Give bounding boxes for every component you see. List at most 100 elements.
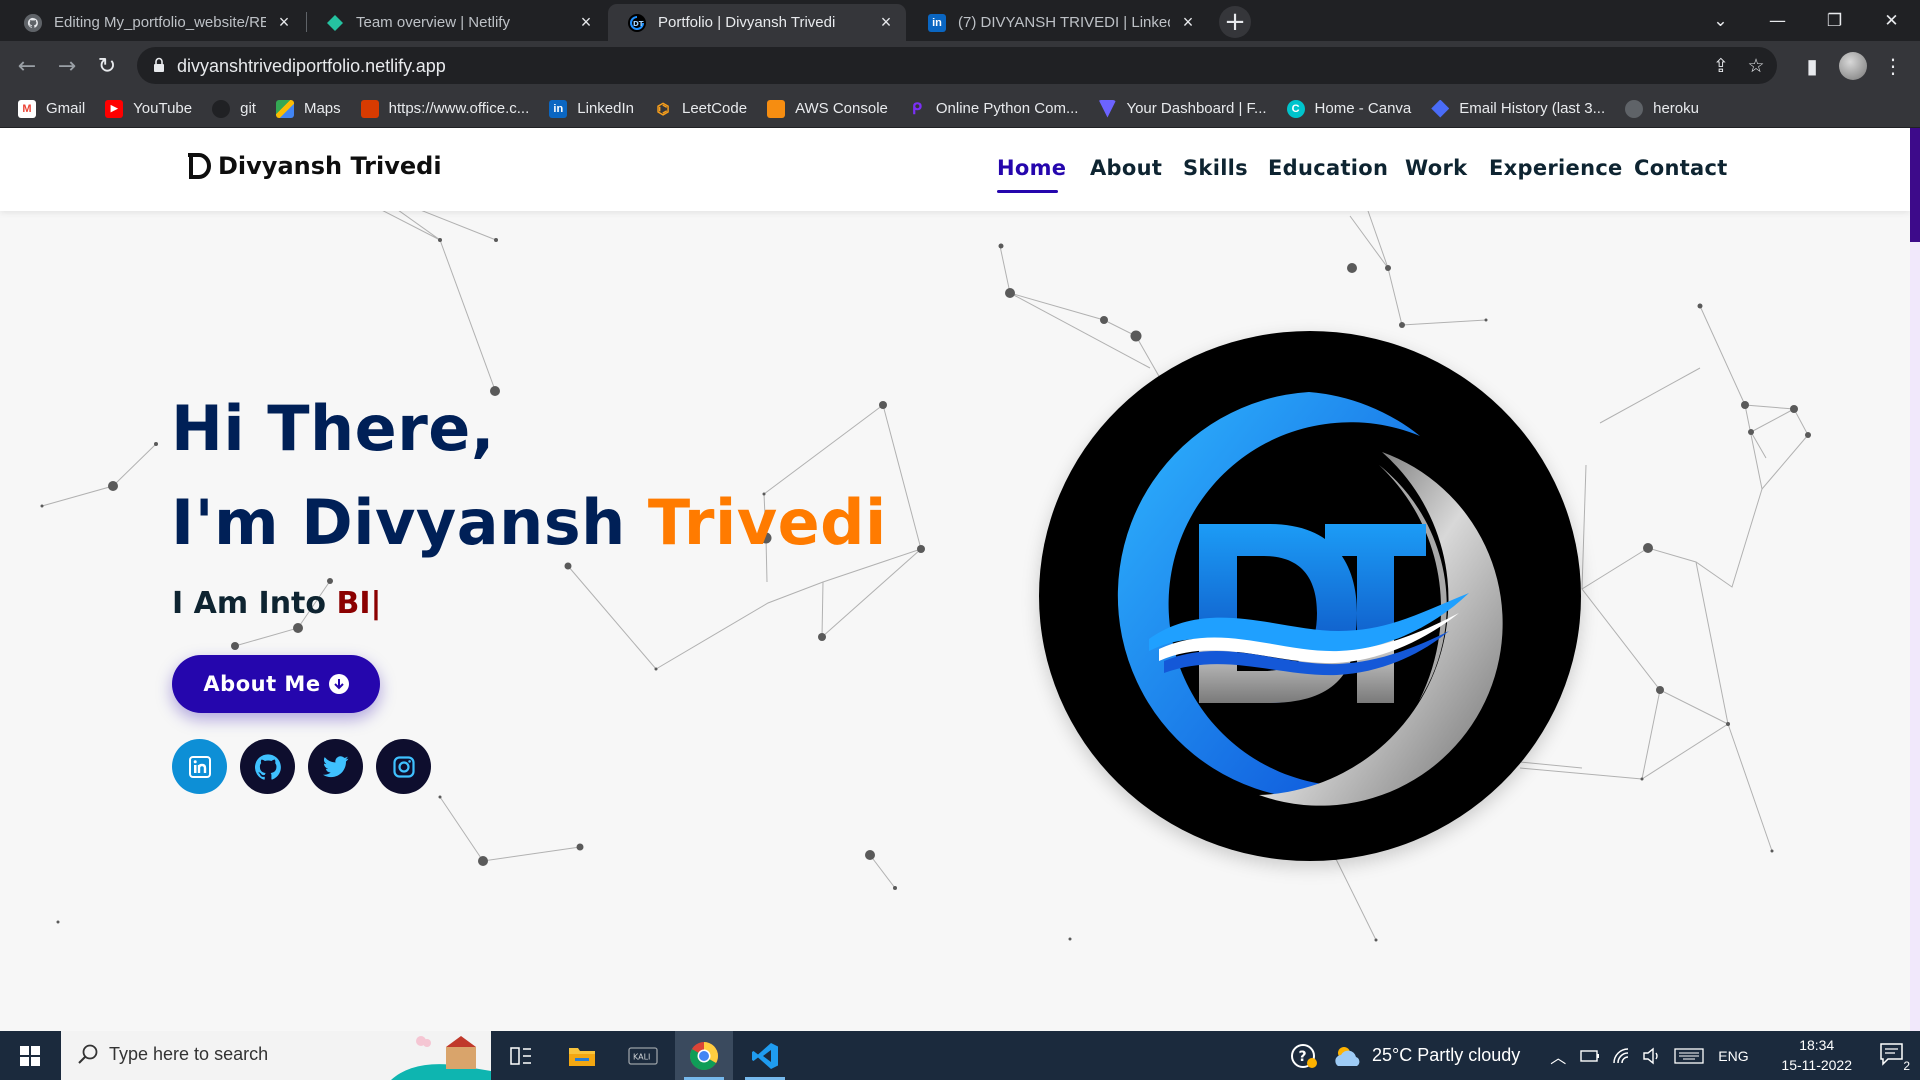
bookmark-leetcode[interactable]: ⌬ LeetCode [654, 100, 747, 118]
bookmark-label: LeetCode [682, 100, 748, 117]
github-button[interactable] [240, 739, 295, 794]
tab-title: Editing My_portfolio_website/RE [54, 14, 266, 31]
bookmark-office[interactable]: https://www.office.c... [360, 99, 529, 118]
chrome-app-button[interactable] [675, 1031, 733, 1080]
maps-icon [275, 99, 294, 118]
twitter-button[interactable] [308, 739, 363, 794]
typing-prefix: I Am Into [172, 586, 337, 621]
page-scrollbar[interactable] [1910, 128, 1920, 1031]
typing-text: I Am Into BI| [172, 586, 381, 621]
email-history-icon [1431, 99, 1450, 118]
bookmark-label: Maps [303, 100, 341, 117]
kali-icon: KALI [628, 1046, 658, 1065]
search-highlight-illustration [391, 1036, 491, 1080]
bookmark-canva[interactable]: C Home - Canva [1286, 99, 1411, 118]
bookmark-maps[interactable]: Maps [275, 99, 341, 118]
nav-about[interactable]: About [1090, 156, 1162, 180]
close-window-icon[interactable]: ✕ [1863, 0, 1920, 41]
vscode-app-button[interactable] [736, 1031, 794, 1080]
share-icon[interactable]: ⇪ [1711, 56, 1731, 76]
bookmark-git[interactable]: git [212, 99, 256, 118]
tab-editing-readme[interactable]: Editing My_portfolio_website/RE × [4, 4, 304, 41]
back-arrow-icon[interactable]: ← [12, 51, 42, 81]
bookmark-online-python[interactable]: ᑭ Online Python Com... [908, 100, 1079, 118]
close-tab-icon[interactable]: × [576, 12, 596, 33]
notification-center-button[interactable]: 2 [1880, 1043, 1910, 1073]
minimize-icon[interactable]: — [1749, 0, 1806, 41]
lock-icon[interactable] [153, 57, 165, 73]
taskbar-clock[interactable]: 18:34 15-11-2022 [1781, 1035, 1852, 1075]
close-tab-icon[interactable]: × [274, 12, 294, 33]
vscode-icon [752, 1042, 778, 1069]
language-indicator[interactable]: ENG [1718, 1048, 1748, 1064]
nav-education[interactable]: Education [1268, 156, 1388, 180]
site-header: Divyansh Trivedi Home About Skills Educa… [0, 128, 1910, 211]
tab-title: (7) DIVYANSH TRIVEDI | LinkedIn [958, 14, 1170, 31]
tab-portfolio[interactable]: DT Portfolio | Divyansh Trivedi × [608, 4, 906, 41]
tab-netlify[interactable]: Team overview | Netlify × [306, 4, 606, 41]
kali-app-button[interactable]: KALI [614, 1031, 672, 1080]
windows-start-button[interactable] [0, 1031, 60, 1080]
tab-linkedin[interactable]: in (7) DIVYANSH TRIVEDI | LinkedIn × [908, 4, 1208, 41]
battery-icon[interactable] [1580, 1048, 1600, 1064]
system-tray: ? 25°C Partly cloudy ︿ ENG [1290, 1031, 1749, 1080]
logo-text: Divyansh Trivedi [218, 152, 442, 180]
nav-experience[interactable]: Experience [1489, 156, 1623, 180]
bookmark-aws-console[interactable]: AWS Console [767, 99, 888, 118]
nav-skills[interactable]: Skills [1183, 156, 1248, 180]
bookmark-heroku[interactable]: heroku [1625, 99, 1699, 118]
aws-cube-icon [767, 99, 786, 118]
bookmark-star-icon[interactable]: ☆ [1746, 56, 1766, 76]
close-tab-icon[interactable]: × [876, 12, 896, 33]
bookmark-youtube[interactable]: ▶ YouTube [105, 99, 193, 118]
menu-kebab-icon[interactable]: ⋮ [1878, 51, 1908, 81]
instagram-button[interactable] [376, 739, 431, 794]
close-tab-icon[interactable]: × [1178, 12, 1198, 33]
nav-active-underline [997, 190, 1058, 193]
about-me-button[interactable]: About Me [172, 655, 380, 713]
profile-avatar[interactable] [1839, 52, 1867, 80]
restore-icon[interactable]: ❐ [1806, 0, 1863, 41]
wifi-icon[interactable] [1612, 1047, 1632, 1065]
nav-home[interactable]: Home [997, 156, 1066, 180]
logo-d-icon [188, 153, 211, 179]
reload-icon[interactable]: ↻ [92, 51, 122, 81]
bookmark-label: YouTube [133, 100, 193, 117]
help-icon[interactable]: ? [1290, 1042, 1318, 1070]
nav-contact[interactable]: Contact [1634, 156, 1728, 180]
site-logo[interactable]: Divyansh Trivedi [188, 152, 442, 180]
hero-name-accent: Trivedi [647, 486, 887, 559]
bookmark-linkedin[interactable]: in LinkedIn [549, 99, 634, 118]
task-view-button[interactable] [492, 1031, 550, 1080]
weather-text[interactable]: 25°C Partly cloudy [1372, 1045, 1520, 1066]
svg-text:DT: DT [633, 20, 644, 28]
bookmark-dashboard[interactable]: Your Dashboard | F... [1098, 99, 1267, 118]
tab-title: Team overview | Netlify [356, 14, 510, 31]
bookmark-label: Gmail [46, 100, 86, 117]
file-explorer-button[interactable] [553, 1031, 611, 1080]
windows-taskbar: Type here to search KALI ? 25°C Partly c [0, 1031, 1920, 1080]
new-tab-button[interactable]: + [1219, 6, 1251, 38]
notification-icon [1880, 1043, 1903, 1066]
youtube-icon: ▶ [105, 99, 124, 118]
office-icon [360, 99, 379, 118]
gmail-icon: M [18, 99, 36, 118]
address-bar[interactable]: divyanshtrivediportfolio.netlify.app ⇪ ☆ [137, 47, 1777, 84]
svg-text:?: ? [1299, 1049, 1307, 1065]
portfolio-icon: DT [628, 13, 646, 32]
keyboard-icon[interactable] [1674, 1047, 1704, 1065]
forward-arrow-icon[interactable]: → [52, 51, 82, 81]
bookmark-email-history[interactable]: Email History (last 3... [1431, 99, 1605, 118]
linkedin-button[interactable] [172, 739, 227, 794]
github-icon [212, 99, 231, 118]
nav-work[interactable]: Work [1405, 156, 1467, 180]
side-panel-icon[interactable]: ▮ [1797, 51, 1827, 81]
show-hidden-icons-icon[interactable]: ︿ [1550, 1044, 1566, 1068]
bookmark-gmail[interactable]: M Gmail [18, 99, 86, 118]
taskbar-search-box[interactable]: Type here to search [61, 1031, 491, 1080]
page-scrollbar-thumb[interactable] [1910, 128, 1920, 242]
tab-search-chevron-icon[interactable]: ⌄ [1692, 0, 1749, 41]
windows-logo-icon [20, 1045, 40, 1066]
volume-icon[interactable] [1642, 1047, 1662, 1065]
arrow-down-circle-icon [328, 674, 349, 694]
